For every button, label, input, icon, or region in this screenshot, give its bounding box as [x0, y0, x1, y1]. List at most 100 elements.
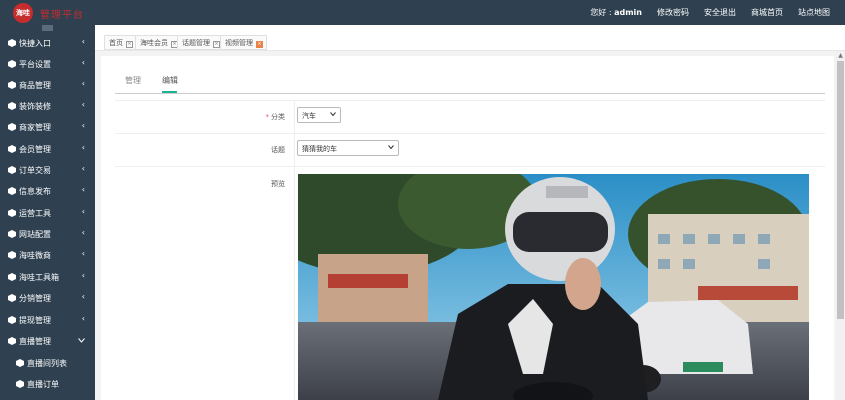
- sidebar-item-label: 商品管理: [19, 81, 51, 90]
- form-row-divider: [115, 166, 825, 167]
- cube-icon: [16, 380, 24, 388]
- chevron-left-icon: ‹: [81, 207, 85, 216]
- close-icon[interactable]: ×: [256, 41, 263, 48]
- subtab-divider: [115, 93, 825, 94]
- chevron-left-icon: ‹: [81, 292, 85, 301]
- sidebar-item-label: 海哇工具箱: [19, 273, 59, 282]
- chevron-left-icon: ‹: [81, 249, 85, 258]
- sidebar-item-label: 提现管理: [19, 316, 51, 325]
- main-panel: 管理 编辑 * 分类 汽车 话题 猜猜我的车 预览: [101, 56, 834, 400]
- sidebar-item-members[interactable]: 会员管理 ‹: [0, 139, 95, 160]
- mall-home-link[interactable]: 商城首页: [751, 7, 783, 18]
- sidebar-item-label: 订单交易: [19, 166, 51, 175]
- sidebar: 快捷入口 ‹ 平台设置 ‹ 商品管理 ‹ 装饰装修 ‹ 商家管理 ‹ 会员管理 …: [0, 25, 95, 400]
- tab-bar: 首页 × 海哇会员 × 话题管理 × 视频管理 ×: [95, 25, 845, 51]
- chevron-left-icon: ‹: [81, 271, 85, 280]
- chevron-left-icon: ‹: [81, 121, 85, 130]
- category-select-value: 汽车: [302, 112, 316, 120]
- sidebar-item-platform-settings[interactable]: 平台设置 ‹: [0, 54, 95, 75]
- chevron-left-icon: ‹: [81, 143, 85, 152]
- cube-icon: [16, 359, 24, 367]
- cube-icon: [8, 230, 16, 238]
- sidebar-item-products[interactable]: 商品管理 ‹: [0, 75, 95, 96]
- tab-topics[interactable]: 话题管理 ×: [177, 35, 224, 50]
- sidebar-item-publishing[interactable]: 信息发布 ‹: [0, 181, 95, 202]
- tab-videos[interactable]: 视频管理 ×: [220, 35, 267, 50]
- scroll-up-arrow-icon[interactable]: ▲: [836, 51, 845, 60]
- video-preview-image: [298, 174, 809, 400]
- sidebar-item-decoration[interactable]: 装饰装修 ‹: [0, 96, 95, 117]
- cube-icon: [8, 273, 16, 281]
- cube-icon: [8, 251, 16, 259]
- sidebar-item-quick-entry[interactable]: 快捷入口 ‹: [0, 33, 95, 54]
- chevron-left-icon: ‹: [81, 185, 85, 194]
- topic-select[interactable]: 猜猜我的车: [297, 140, 399, 156]
- sidebar-item-live[interactable]: 直播管理: [0, 331, 95, 352]
- logout-link[interactable]: 安全退出: [704, 7, 736, 18]
- site-map-link[interactable]: 站点地图: [798, 7, 830, 18]
- sidebar-item-label: 运营工具: [19, 209, 51, 218]
- tab-members[interactable]: 海哇会员 ×: [135, 35, 182, 50]
- chevron-down-icon: [388, 145, 394, 150]
- sidebar-collapse-handle[interactable]: [42, 25, 53, 31]
- sidebar-item-label: 网站配置: [19, 230, 51, 239]
- chevron-left-icon: ‹: [81, 314, 85, 323]
- close-icon[interactable]: ×: [213, 41, 220, 48]
- sidebar-subitem-live-rooms[interactable]: 直播间列表: [0, 353, 95, 374]
- required-marker: *: [265, 113, 270, 121]
- chevron-left-icon: ‹: [81, 164, 85, 173]
- cube-icon: [8, 81, 16, 89]
- sidebar-subitem-label: 直播间列表: [27, 359, 67, 368]
- subtab-manage[interactable]: 管理: [125, 75, 141, 86]
- sidebar-item-distribution[interactable]: 分销管理 ‹: [0, 288, 95, 309]
- tab-home[interactable]: 首页 ×: [104, 35, 137, 50]
- sidebar-subitem-live-orders[interactable]: 直播订单: [0, 374, 95, 395]
- cube-icon: [8, 209, 16, 217]
- sidebar-item-operations[interactable]: 运营工具 ‹: [0, 203, 95, 224]
- active-subtab-indicator: [162, 91, 177, 93]
- form-row-divider: [115, 133, 825, 134]
- cube-icon: [8, 145, 16, 153]
- brand-name: 管理平台: [40, 10, 84, 21]
- change-password-link[interactable]: 修改密码: [657, 7, 689, 18]
- chevron-left-icon: ‹: [81, 100, 85, 109]
- sidebar-item-merchants[interactable]: 商家管理 ‹: [0, 117, 95, 138]
- category-label: * 分类: [205, 112, 286, 122]
- sidebar-item-label: 会员管理: [19, 145, 51, 154]
- sidebar-item-toolbox[interactable]: 海哇工具箱 ‹: [0, 267, 95, 288]
- sidebar-item-orders[interactable]: 订单交易 ‹: [0, 160, 95, 181]
- sidebar-item-label: 快捷入口: [19, 39, 51, 48]
- video-preview[interactable]: [298, 174, 809, 400]
- cube-icon: [8, 337, 16, 345]
- topic-label: 话题: [271, 146, 285, 154]
- cube-icon: [8, 187, 16, 195]
- sidebar-item-label: 装饰装修: [19, 102, 51, 111]
- sidebar-item-label: 商家管理: [19, 123, 51, 132]
- sidebar-item-withdrawals[interactable]: 提现管理 ‹: [0, 310, 95, 331]
- sidebar-subitem-label: 直播订单: [27, 380, 59, 389]
- chevron-left-icon: ‹: [81, 79, 85, 88]
- sidebar-item-label: 直播管理: [19, 337, 51, 346]
- cube-icon: [8, 39, 16, 47]
- sidebar-item-micro-shop[interactable]: 海哇微商 ‹: [0, 245, 95, 266]
- chevron-down-icon: [78, 338, 85, 343]
- cube-icon: [8, 60, 16, 68]
- chevron-left-icon: ‹: [81, 228, 85, 237]
- sidebar-item-label: 平台设置: [19, 60, 51, 69]
- sidebar-item-site-config[interactable]: 网站配置 ‹: [0, 224, 95, 245]
- chevron-down-icon: [330, 112, 336, 117]
- cube-icon: [8, 316, 16, 324]
- category-label-text: 分类: [271, 113, 285, 121]
- close-icon[interactable]: ×: [126, 41, 133, 48]
- top-nav: 您好 : admin 修改密码 安全退出 商城首页 站点地图: [590, 0, 845, 25]
- category-select[interactable]: 汽车: [297, 107, 341, 123]
- tab-label: 话题管理: [182, 39, 210, 47]
- scrollbar-thumb[interactable]: [837, 61, 844, 319]
- subtab-edit[interactable]: 编辑: [162, 75, 178, 86]
- logo[interactable]: 海哇: [13, 3, 33, 23]
- tab-label: 视频管理: [225, 39, 253, 47]
- sidebar-item-label: 海哇微商: [19, 251, 51, 260]
- tab-label: 首页: [109, 39, 123, 47]
- top-bar: 海哇 管理平台 您好 : admin 修改密码 安全退出 商城首页 站点地图: [0, 0, 845, 25]
- preview-label: 预览: [271, 180, 285, 188]
